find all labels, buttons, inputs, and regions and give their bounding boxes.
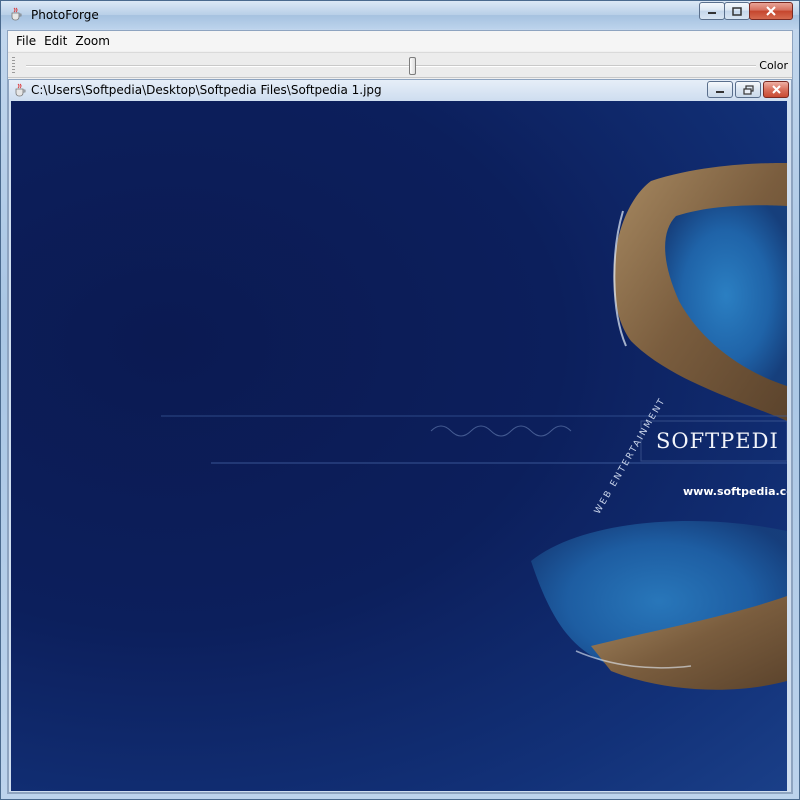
close-icon [771, 85, 781, 94]
close-button[interactable] [749, 2, 793, 20]
image-url-text: www.softpedia.com [683, 485, 787, 498]
window-controls [699, 2, 793, 20]
java-cup-icon [11, 7, 22, 21]
document-frame: C:\Users\Softpedia\Desktop\Softpedia Fil… [8, 79, 792, 793]
document-controls [705, 81, 789, 98]
menu-file[interactable]: File [12, 34, 40, 48]
menubar: File Edit Zoom [8, 31, 792, 51]
image-brand-text: SOFTPEDI [656, 429, 779, 453]
document-titlebar[interactable]: C:\Users\Softpedia\Desktop\Softpedia Fil… [9, 80, 791, 100]
client-area: File Edit Zoom Color C:\Users\Softpedia\… [7, 30, 793, 794]
toolbar: Color [8, 52, 792, 78]
image-canvas[interactable]: SOFTPEDI www.softpedia.com WEB ENTERTAIN… [11, 101, 787, 791]
color-slider-label: Color [759, 59, 788, 72]
window-titlebar[interactable]: PhotoForge [1, 1, 799, 29]
app-window: PhotoForge File Edit Zoom Color C:\Users… [0, 0, 800, 800]
restore-icon [742, 84, 754, 95]
document-title: C:\Users\Softpedia\Desktop\Softpedia Fil… [31, 83, 382, 97]
color-slider-track[interactable] [26, 65, 756, 67]
maximize-button[interactable] [724, 2, 750, 20]
color-slider-thumb[interactable] [409, 57, 417, 75]
menu-zoom[interactable]: Zoom [71, 34, 114, 48]
document-close-button[interactable] [763, 81, 789, 98]
minimize-button[interactable] [699, 2, 725, 20]
minimize-icon [716, 90, 724, 93]
toolbar-grip[interactable] [12, 57, 15, 75]
close-icon [766, 6, 776, 16]
java-cup-icon [15, 83, 26, 97]
minimize-icon [708, 12, 716, 14]
document-restore-button[interactable] [735, 81, 761, 98]
menu-edit[interactable]: Edit [40, 34, 71, 48]
document-minimize-button[interactable] [707, 81, 733, 98]
window-title: PhotoForge [31, 8, 99, 22]
maximize-icon [732, 6, 742, 16]
